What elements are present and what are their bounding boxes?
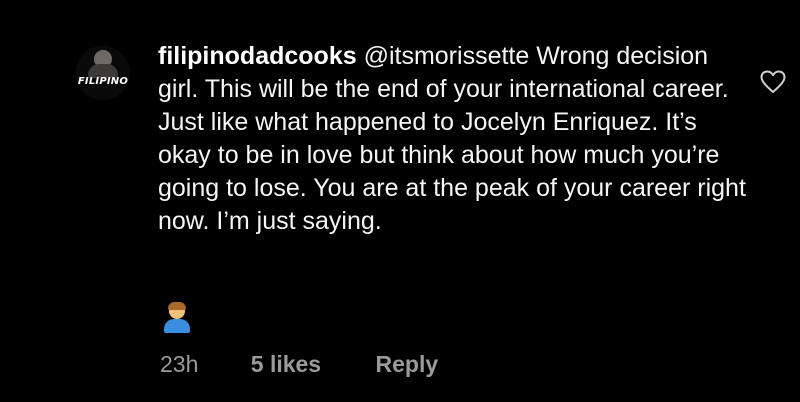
comment-meta: 23h 5 likes Reply bbox=[160, 351, 438, 378]
comment-username[interactable]: filipinodadcooks bbox=[158, 42, 357, 70]
avatar-logo-text: FILIPINO bbox=[77, 76, 129, 87]
comment-text: Wrong decision girl. This will be the en… bbox=[158, 42, 746, 235]
comment-mention[interactable]: @itsmorissette bbox=[364, 42, 530, 70]
person-frowning-emoji bbox=[164, 302, 190, 333]
comment-timestamp: 23h bbox=[160, 351, 199, 377]
comment-likes-count[interactable]: 5 likes bbox=[251, 351, 321, 378]
comment-text-block: filipinodadcooks @itsmorissette Wrong de… bbox=[158, 40, 748, 238]
reply-button[interactable]: Reply bbox=[376, 351, 439, 378]
emoji-hair-shape bbox=[168, 302, 186, 310]
avatar[interactable]: FILIPINO bbox=[76, 46, 130, 100]
heart-outline-icon[interactable] bbox=[760, 70, 786, 94]
comment-item: FILIPINO filipinodadcooks @itsmorissette… bbox=[0, 0, 800, 402]
emoji-body-shape bbox=[164, 319, 190, 333]
